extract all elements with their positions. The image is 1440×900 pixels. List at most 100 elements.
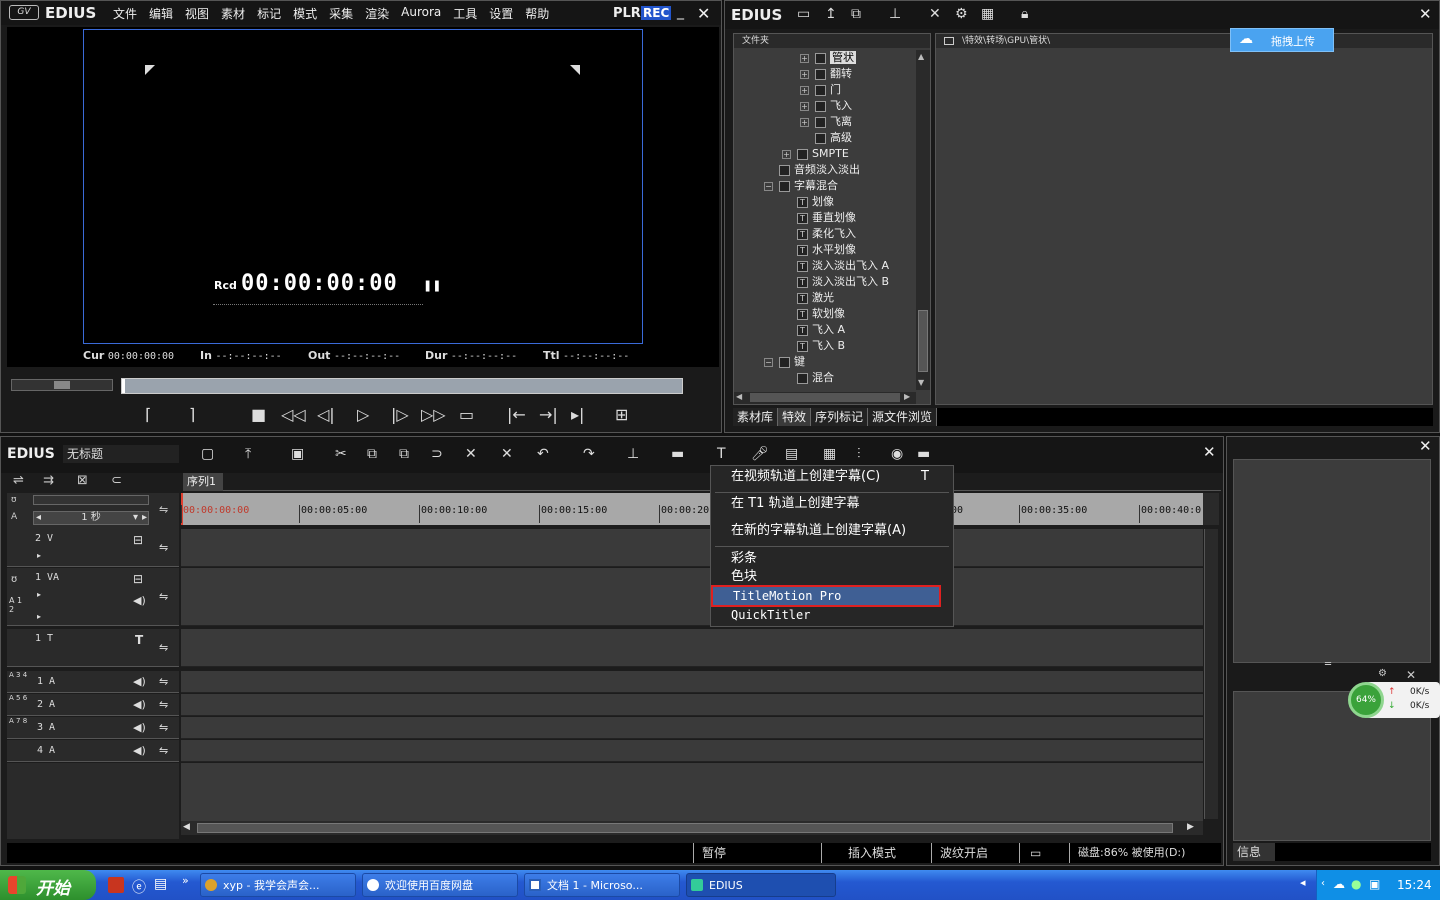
- paste-icon[interactable]: ⧉: [399, 445, 409, 463]
- expand-icon[interactable]: [782, 310, 791, 319]
- tree-node[interactable]: T 激光: [782, 290, 834, 306]
- track-lane-1a[interactable]: [181, 671, 1203, 693]
- upload-button[interactable]: ☁ 拖拽上传: [1230, 28, 1334, 52]
- microphone-icon[interactable]: 🎤︎: [751, 445, 769, 463]
- lock-all-icon[interactable]: A: [11, 512, 17, 522]
- expand-icon[interactable]: +: [800, 69, 809, 79]
- lock-icon[interactable]: 🔒︎: [1021, 5, 1028, 23]
- sync-2v-icon[interactable]: ⇋: [159, 541, 168, 554]
- track-lane-3a[interactable]: [181, 717, 1203, 739]
- insert-icon[interactable]: |←: [507, 405, 526, 424]
- expand-icon[interactable]: +: [800, 101, 809, 111]
- marker-icon[interactable]: ⊥: [627, 445, 639, 463]
- tray-network-icon[interactable]: ▣: [1369, 877, 1380, 891]
- delete-clip-icon[interactable]: ✕: [465, 445, 477, 463]
- net-settings-icon[interactable]: ⚙: [1378, 668, 1387, 679]
- view-mode-icon[interactable]: ▦: [981, 5, 994, 23]
- menu-item-4[interactable]: 标记: [251, 5, 287, 21]
- expand-1va-audio-icon[interactable]: ▸: [37, 612, 41, 621]
- tree-node[interactable]: + SMPTE: [782, 146, 849, 162]
- redo-icon[interactable]: ↷: [583, 445, 595, 463]
- info-splitter-icon[interactable]: ═: [1325, 659, 1331, 670]
- expand-icon[interactable]: [782, 342, 791, 351]
- timeline-hscroll-right-icon[interactable]: ▶: [1187, 822, 1194, 832]
- quicklaunch-more-icon[interactable]: »: [182, 874, 189, 887]
- tray-chat-icon[interactable]: ●: [1351, 877, 1361, 891]
- bin-tab-2[interactable]: 序列标记: [811, 408, 869, 426]
- shuttle-handle[interactable]: [54, 381, 70, 389]
- tree-node[interactable]: + 管状: [800, 50, 856, 66]
- net-close-icon[interactable]: ✕: [1406, 668, 1416, 682]
- expand-icon[interactable]: [782, 326, 791, 335]
- expand-icon[interactable]: [764, 166, 773, 175]
- info-tab[interactable]: 信息: [1233, 843, 1275, 861]
- mute-all-icon[interactable]: ʊ: [11, 495, 17, 505]
- start-button[interactable]: 开始: [0, 870, 96, 900]
- sync-2a-icon[interactable]: ⇋: [159, 698, 168, 711]
- expand-icon[interactable]: [800, 134, 809, 143]
- tree-node[interactable]: 混合: [782, 370, 834, 386]
- expand-icon[interactable]: +: [800, 117, 809, 127]
- sync-1t-icon[interactable]: ⇋: [159, 641, 168, 654]
- folder-icon[interactable]: ▭: [797, 5, 810, 23]
- title-track-icon[interactable]: T: [135, 633, 143, 647]
- track-header-3a[interactable]: A 7 8 3 A ◀) ⇋: [7, 717, 179, 739]
- bin-tab-0[interactable]: 素材库: [733, 408, 779, 426]
- grid-icon[interactable]: ▦: [823, 445, 836, 463]
- task-button-2[interactable]: 欢迎使用百度网盘: [362, 873, 518, 897]
- expand-icon[interactable]: [782, 294, 791, 303]
- speaker-2a-icon[interactable]: ◀): [133, 698, 146, 711]
- expand-icon[interactable]: +: [800, 53, 809, 63]
- waveform-icon[interactable]: ⊠: [77, 473, 88, 488]
- plr-label[interactable]: PLR: [613, 6, 641, 21]
- context-menu-item[interactable]: 在新的字幕轨道上创建字幕(A): [711, 522, 955, 540]
- track-header-2v[interactable]: 2 V ▸ ⊟ ⇋: [7, 529, 179, 567]
- tree-node[interactable]: T 划像: [782, 194, 834, 210]
- timeline-ruler[interactable]: 00:00:00:00 00:00:05:00 00:00:10:00 00:00:1…: [181, 493, 1203, 525]
- expand-icon[interactable]: [782, 198, 791, 207]
- speaker-3a-icon[interactable]: ◀): [133, 721, 146, 734]
- minimize-icon[interactable]: _: [677, 4, 684, 20]
- tray-cloud-icon[interactable]: ☁: [1333, 877, 1345, 891]
- tree-node[interactable]: T 飞入 A: [782, 322, 845, 338]
- context-menu-item[interactable]: 彩条: [711, 550, 955, 568]
- track-lane-2v[interactable]: [181, 529, 1203, 567]
- track-header-1a[interactable]: A 3 4 1 A ◀) ⇋: [7, 671, 179, 693]
- export-icon[interactable]: ⊞: [615, 405, 628, 424]
- open-icon[interactable]: ⤒: [245, 445, 251, 463]
- tree-node[interactable]: T 飞入 B: [782, 338, 845, 354]
- new-sequence-icon[interactable]: ▢: [201, 445, 214, 463]
- tree-node[interactable]: + 翻转: [800, 66, 852, 82]
- sync-3a-icon[interactable]: ⇋: [159, 721, 168, 734]
- position-marker[interactable]: [122, 379, 125, 393]
- render-icon[interactable]: ▤: [785, 445, 798, 463]
- context-menu-item[interactable]: TitleMotion Pro: [711, 585, 941, 607]
- context-menu-item[interactable]: 色块: [711, 568, 955, 586]
- play-icon[interactable]: ▷: [357, 405, 369, 424]
- sequence-tab[interactable]: 序列1: [183, 473, 223, 491]
- context-menu-item[interactable]: 在视频轨道上创建字幕(C) T: [711, 468, 955, 486]
- net-percent[interactable]: 64%: [1348, 682, 1384, 718]
- speaker-1va-icon[interactable]: ◀): [133, 594, 146, 607]
- speaker-1a-icon[interactable]: ◀): [133, 675, 146, 688]
- track-header-4a[interactable]: 4 A ◀) ⇋: [7, 740, 179, 762]
- menu-item-1[interactable]: 编辑: [143, 5, 179, 21]
- quicklaunch-app-icon[interactable]: [108, 877, 124, 893]
- track-header-2a[interactable]: A 5 6 2 A ◀) ⇋: [7, 694, 179, 716]
- menu-item-9[interactable]: 工具: [447, 5, 483, 21]
- tray-expand-icon[interactable]: ‹: [1321, 878, 1325, 889]
- scroll-down-icon[interactable]: ▼: [918, 378, 924, 387]
- task-button-3[interactable]: 文档 1 - Microso...: [524, 873, 680, 897]
- fast-forward-icon[interactable]: ▷▷: [421, 405, 446, 424]
- up-folder-icon[interactable]: ↥: [825, 5, 837, 23]
- ripple-delete-icon[interactable]: ✕: [501, 445, 513, 463]
- tree-node[interactable]: 高级: [800, 130, 852, 146]
- hscroll-right-icon[interactable]: ▶: [904, 392, 910, 401]
- menu-item-0[interactable]: 文件: [107, 5, 143, 21]
- tree-node[interactable]: − 字幕混合: [764, 178, 838, 194]
- scroll-up-icon[interactable]: ▲: [918, 52, 924, 61]
- speaker-4a-icon[interactable]: ◀): [133, 744, 146, 757]
- menu-item-6[interactable]: 采集: [323, 5, 359, 21]
- export-menu-icon[interactable]: ▬: [917, 445, 930, 463]
- set-in-icon[interactable]: ⌈: [145, 405, 151, 424]
